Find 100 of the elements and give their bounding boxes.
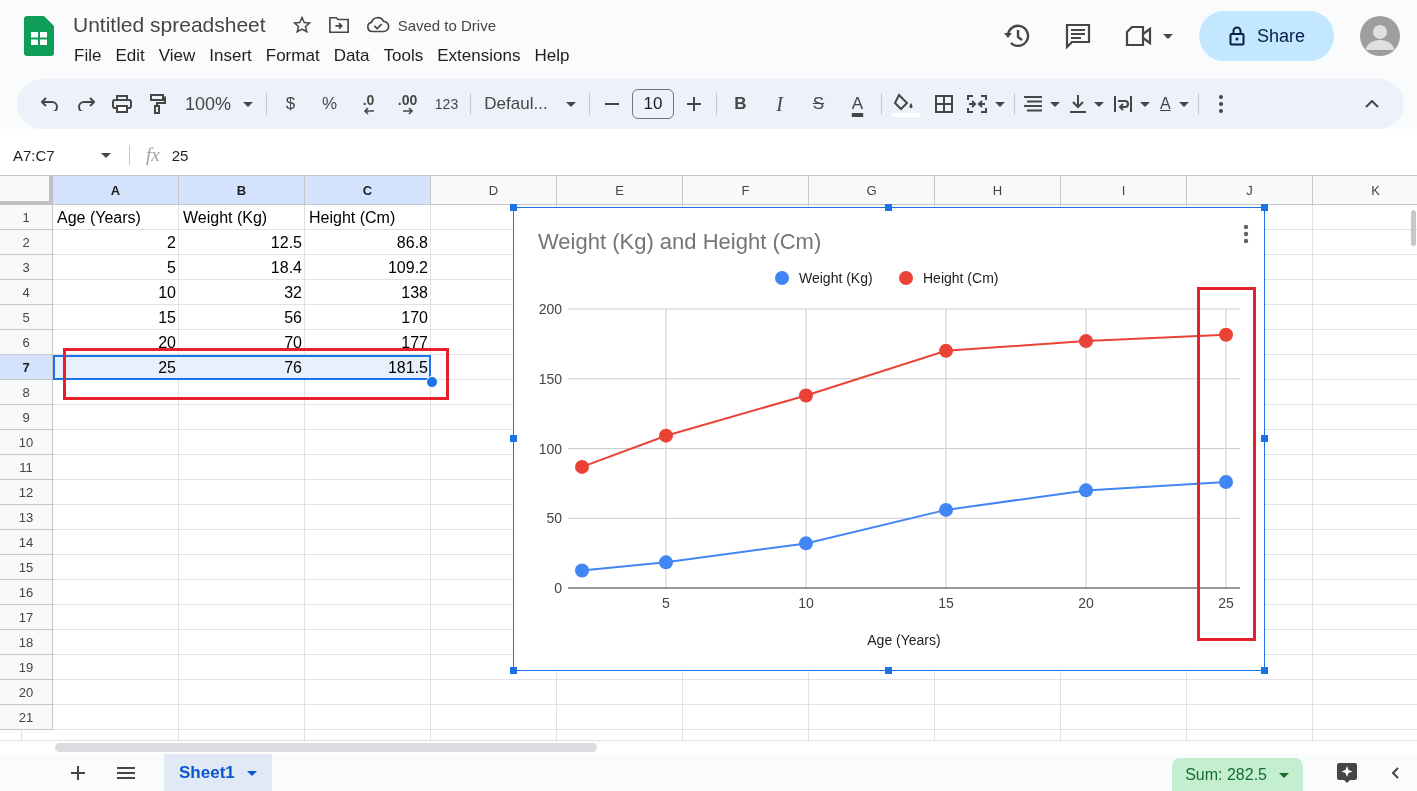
row-header[interactable]: 12 — [0, 480, 53, 505]
resize-handle[interactable] — [885, 667, 892, 674]
cloud-check-icon[interactable] — [365, 16, 390, 34]
row-header[interactable]: 11 — [0, 455, 53, 480]
table-cell[interactable]: Age (Years) — [53, 205, 179, 230]
sheet-tab[interactable]: Sheet1 — [164, 754, 272, 791]
resize-handle[interactable] — [885, 204, 892, 211]
strikethrough-button[interactable]: S — [799, 88, 838, 120]
menu-item[interactable]: File — [67, 44, 109, 68]
resize-handle[interactable] — [510, 204, 517, 211]
row-header[interactable]: 7 — [0, 355, 53, 380]
column-header[interactable]: K — [1313, 176, 1417, 205]
row-header[interactable]: 17 — [0, 605, 53, 630]
name-box[interactable]: A7:C7 — [13, 140, 89, 164]
menu-item[interactable]: Data — [326, 44, 377, 68]
scrollbar[interactable] — [1411, 210, 1416, 246]
resize-handle[interactable] — [1261, 667, 1268, 674]
table-cell[interactable]: 2 — [53, 230, 179, 255]
row-header[interactable]: 8 — [0, 380, 53, 405]
menu-item[interactable]: Extensions — [430, 44, 528, 68]
row-header[interactable]: 10 — [0, 430, 53, 455]
text-rotation-button[interactable]: A — [1155, 88, 1194, 120]
menu-item[interactable]: Edit — [108, 44, 152, 68]
table-cell[interactable]: 10 — [53, 280, 179, 305]
table-cell[interactable]: 18.4 — [179, 255, 305, 280]
menu-item[interactable]: Help — [527, 44, 577, 68]
column-header[interactable]: A — [53, 176, 179, 205]
decrease-decimal-button[interactable]: .0 — [349, 88, 388, 120]
text-color-button[interactable]: A — [838, 88, 877, 120]
row-header[interactable]: 16 — [0, 580, 53, 605]
caret-icon[interactable] — [1162, 33, 1173, 39]
menu-item[interactable]: Format — [258, 44, 327, 68]
row-header[interactable]: 21 — [0, 705, 53, 730]
row-header[interactable]: 20 — [0, 680, 53, 705]
bold-button[interactable]: B — [721, 88, 760, 120]
resize-handle[interactable] — [510, 435, 517, 442]
formula-field[interactable]: 25 — [171, 140, 189, 164]
percent-button[interactable]: % — [310, 88, 349, 120]
table-cell[interactable]: Weight (Kg) — [179, 205, 305, 230]
table-cell[interactable]: 170 — [305, 305, 431, 330]
table-cell[interactable]: 86.8 — [305, 230, 431, 255]
caret-icon[interactable] — [101, 152, 111, 158]
table-cell[interactable]: 109.2 — [305, 255, 431, 280]
document-title[interactable]: Untitled spreadsheet — [73, 13, 266, 37]
column-header[interactable]: D — [431, 176, 557, 205]
resize-handle[interactable] — [510, 667, 517, 674]
currency-button[interactable]: $ — [271, 88, 310, 120]
column-header[interactable]: J — [1187, 176, 1313, 205]
table-cell[interactable]: 32 — [179, 280, 305, 305]
row-header[interactable]: 9 — [0, 405, 53, 430]
number-format-button[interactable]: 123 — [427, 88, 466, 120]
table-cell[interactable]: 56 — [179, 305, 305, 330]
sum-dropdown[interactable]: Sum: 282.5 — [1172, 758, 1303, 791]
table-cell[interactable]: 177 — [305, 330, 431, 355]
table-cell[interactable]: 15 — [53, 305, 179, 330]
row-header[interactable]: 13 — [0, 505, 53, 530]
star-icon[interactable] — [291, 15, 312, 35]
table-cell[interactable]: 138 — [305, 280, 431, 305]
column-header[interactable]: C — [305, 176, 431, 205]
move-folder-icon[interactable] — [327, 15, 350, 35]
row-header[interactable]: 2 — [0, 230, 53, 255]
column-header[interactable]: B — [179, 176, 305, 205]
resize-handle[interactable] — [1261, 204, 1268, 211]
column-header[interactable]: I — [1061, 176, 1187, 205]
row-header[interactable]: 6 — [0, 330, 53, 355]
menu-item[interactable]: Insert — [202, 44, 259, 68]
column-header[interactable]: H — [935, 176, 1061, 205]
zoom-dropdown[interactable]: 100% — [176, 88, 262, 120]
scrollbar-thumb[interactable] — [55, 743, 597, 752]
row-header[interactable]: 18 — [0, 630, 53, 655]
chart-menu-icon[interactable] — [1243, 224, 1249, 244]
row-header[interactable]: 15 — [0, 555, 53, 580]
font-size-field[interactable]: 10 — [632, 89, 674, 119]
row-header[interactable]: 19 — [0, 655, 53, 680]
row-header[interactable]: 5 — [0, 305, 53, 330]
table-cell[interactable]: 70 — [179, 330, 305, 355]
row-header[interactable]: 3 — [0, 255, 53, 280]
fill-handle[interactable] — [426, 376, 438, 388]
table-cell[interactable]: 5 — [53, 255, 179, 280]
row-header[interactable]: 1 — [0, 205, 53, 230]
table-cell[interactable]: 20 — [53, 330, 179, 355]
table-cell[interactable]: Height (Cm) — [305, 205, 431, 230]
avatar[interactable] — [1360, 16, 1400, 56]
column-header[interactable]: G — [809, 176, 935, 205]
font-dropdown[interactable]: Defaul... — [475, 88, 585, 120]
menu-item[interactable]: View — [151, 44, 203, 68]
row-header[interactable]: 4 — [0, 280, 53, 305]
sheets-logo[interactable] — [24, 16, 54, 56]
increase-decimal-button[interactable]: .00 — [388, 88, 427, 120]
table-cell[interactable]: 12.5 — [179, 230, 305, 255]
column-header[interactable]: F — [683, 176, 809, 205]
history-icon[interactable] — [1002, 23, 1031, 49]
row-header[interactable]: 14 — [0, 530, 53, 555]
menu-item[interactable]: Tools — [376, 44, 431, 68]
column-header[interactable]: E — [557, 176, 683, 205]
video-camera-icon[interactable] — [1124, 26, 1153, 46]
comment-icon[interactable] — [1064, 23, 1091, 49]
resize-handle[interactable] — [1261, 435, 1268, 442]
share-button[interactable]: Share — [1198, 11, 1334, 61]
italic-button[interactable]: I — [760, 88, 799, 120]
